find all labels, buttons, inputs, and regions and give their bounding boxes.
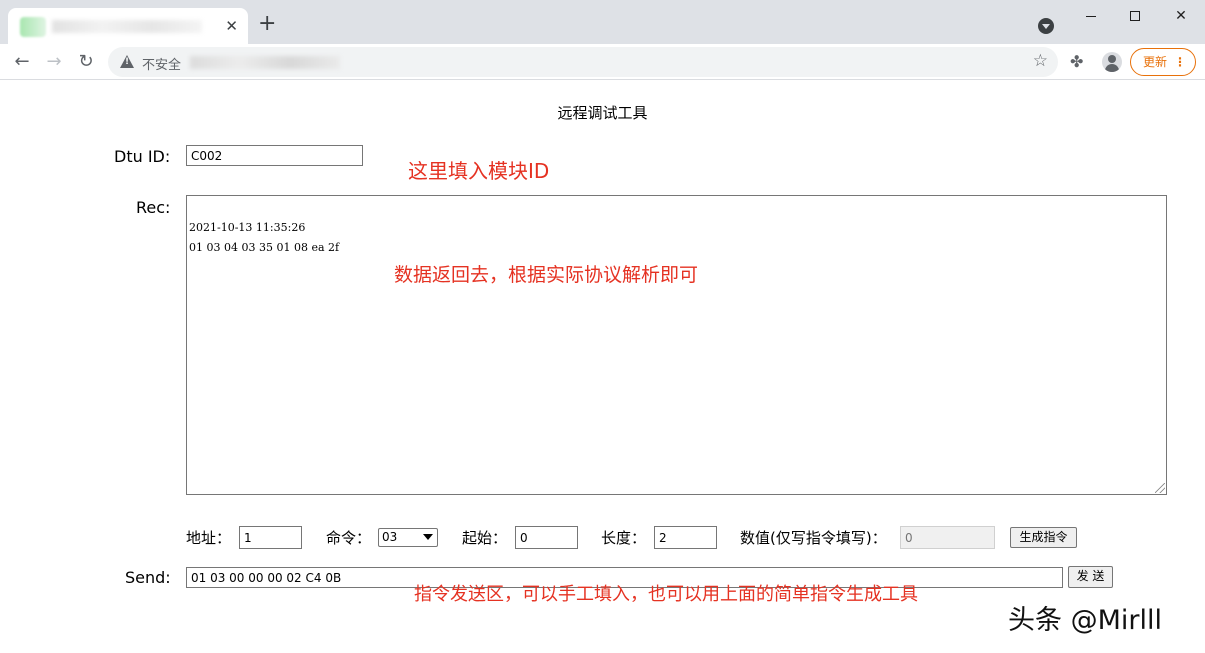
window-maximize-button[interactable] bbox=[1112, 4, 1158, 28]
send-label: Send: bbox=[125, 568, 171, 587]
command-selected-value: 03 bbox=[382, 530, 398, 544]
address-bar[interactable]: 不安全 ☆ bbox=[108, 47, 1058, 77]
rec-label: Rec: bbox=[136, 198, 171, 217]
page-title: 远程调试工具 bbox=[557, 104, 648, 122]
tab-favicon-icon bbox=[20, 17, 46, 37]
menu-dots-icon: ⋮ bbox=[1174, 55, 1186, 69]
browser-tab[interactable]: ✕ bbox=[8, 8, 248, 44]
dtu-id-label: Dtu ID: bbox=[114, 147, 171, 166]
browser-title-bar: ✕ + ✕ bbox=[0, 0, 1205, 44]
forward-arrow-icon[interactable]: → bbox=[42, 50, 66, 74]
rec-hint-annotation: 数据返回去，根据实际协议解析即可 bbox=[394, 264, 699, 286]
tab-search-dropdown-icon[interactable] bbox=[1038, 18, 1054, 34]
length-label: 长度： bbox=[601, 529, 647, 547]
reload-icon[interactable]: ↻ bbox=[74, 50, 98, 74]
profile-avatar-icon[interactable] bbox=[1102, 52, 1122, 72]
start-input[interactable] bbox=[515, 526, 578, 549]
address-label: 地址： bbox=[186, 529, 232, 547]
browser-toolbar: ← → ↻ 不安全 ☆ ✤ 更新 ⋮ bbox=[0, 44, 1205, 80]
generate-command-button[interactable]: 生成指令 bbox=[1010, 527, 1077, 548]
chevron-down-icon bbox=[423, 534, 433, 540]
dtu-id-input[interactable] bbox=[186, 145, 363, 166]
tab-title-blurred bbox=[52, 20, 202, 33]
window-minimize-button[interactable] bbox=[1068, 4, 1114, 28]
rec-line: 01 03 04 03 35 01 08 ea 2f bbox=[189, 241, 340, 254]
back-arrow-icon[interactable]: ← bbox=[10, 50, 34, 74]
value-label: 数值(仅写指令填写)： bbox=[740, 529, 887, 547]
rec-textarea[interactable]: 2021-10-13 11:35:26 01 03 04 03 35 01 08… bbox=[186, 195, 1167, 495]
tab-close-icon[interactable]: ✕ bbox=[225, 17, 238, 35]
send-hint-annotation: 指令发送区，可以手工填入，也可以用上面的简单指令生成工具 bbox=[414, 584, 918, 605]
command-label: 命令： bbox=[326, 529, 372, 547]
rec-line: 2021-10-13 11:35:26 bbox=[189, 221, 306, 234]
dtu-hint-annotation: 这里填入模块ID bbox=[408, 159, 550, 183]
update-button[interactable]: 更新 ⋮ bbox=[1130, 48, 1196, 76]
resize-grip-icon[interactable] bbox=[1155, 483, 1165, 493]
warning-icon[interactable] bbox=[120, 55, 134, 68]
length-input[interactable] bbox=[654, 526, 717, 549]
watermark: 头条 @Mirlll bbox=[1008, 605, 1162, 636]
start-label: 起始： bbox=[462, 529, 508, 547]
window-close-button[interactable]: ✕ bbox=[1158, 4, 1204, 28]
update-label: 更新 bbox=[1143, 55, 1168, 69]
puzzle-extension-icon[interactable]: ✤ bbox=[1070, 52, 1083, 71]
new-tab-button[interactable]: + bbox=[258, 12, 276, 36]
address-input[interactable] bbox=[239, 526, 302, 549]
send-button[interactable]: 发 送 bbox=[1068, 566, 1113, 588]
url-blurred bbox=[190, 56, 340, 69]
command-select[interactable]: 03 bbox=[378, 528, 438, 547]
value-input bbox=[900, 526, 995, 549]
star-icon[interactable]: ☆ bbox=[1033, 51, 1048, 71]
insecure-label[interactable]: 不安全 bbox=[142, 54, 181, 73]
